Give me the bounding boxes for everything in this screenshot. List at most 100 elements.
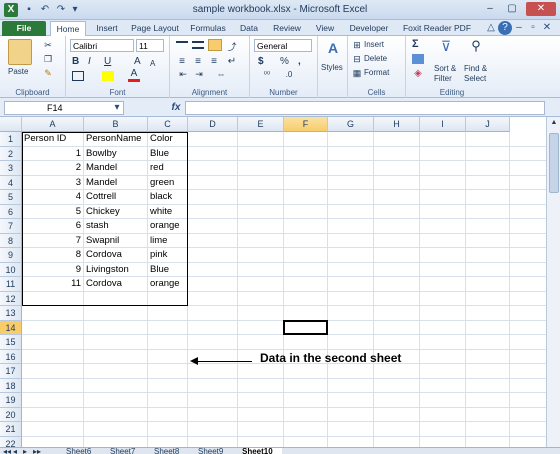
styles-icon[interactable]: A — [323, 40, 343, 58]
row-header-14[interactable]: 14 — [0, 320, 22, 335]
help-icon[interactable]: ? — [498, 21, 512, 35]
row-header-3[interactable]: 3 — [0, 161, 22, 176]
comma-button[interactable]: , — [298, 56, 301, 67]
sheet-nav-icon[interactable]: ▸ — [23, 448, 27, 454]
paste-button[interactable]: Paste — [8, 66, 28, 77]
row-header-4[interactable]: 4 — [0, 175, 22, 190]
row-header-18[interactable]: 18 — [0, 378, 22, 393]
row-header-2[interactable]: 2 — [0, 146, 22, 161]
sheet-tab-sheet10[interactable]: Sheet10 — [242, 448, 282, 454]
column-header-f[interactable]: F — [284, 117, 328, 132]
row-header-15[interactable]: 15 — [0, 335, 22, 350]
tab-foxit-reader-pdf[interactable]: Foxit Reader PDF — [398, 21, 476, 36]
align-top-icon[interactable] — [176, 41, 188, 49]
autosum-button[interactable]: Σ — [412, 39, 419, 50]
tab-file[interactable]: File — [2, 21, 46, 36]
column-header-g[interactable]: G — [328, 117, 374, 132]
select-all-corner[interactable] — [0, 117, 22, 132]
paste-icon[interactable] — [8, 39, 32, 65]
column-header-j[interactable]: J — [466, 117, 510, 132]
tab-view[interactable]: View — [310, 21, 340, 36]
insert-cells-icon[interactable]: ⊞ — [352, 40, 362, 51]
increase-decimal-icon[interactable]: ⁰⁰ — [258, 70, 276, 79]
align-center-icon[interactable]: ≡ — [192, 56, 204, 67]
fill-color-icon[interactable] — [102, 71, 114, 81]
row-header-6[interactable]: 6 — [0, 204, 22, 219]
column-header-e[interactable]: E — [238, 117, 284, 132]
sheet-tab-sheet6[interactable]: Sheet6 — [66, 448, 106, 454]
tab-data[interactable]: Data — [234, 21, 264, 36]
row-header-5[interactable]: 5 — [0, 190, 22, 205]
sheet-nav-icon[interactable]: ◂ — [13, 448, 17, 454]
row-header-9[interactable]: 9 — [0, 248, 22, 263]
maximize-button[interactable]: ▢ — [502, 2, 522, 16]
sort-filter-button-line2[interactable]: Filter — [434, 73, 452, 84]
sheet-tab-sheet8[interactable]: Sheet8 — [154, 448, 194, 454]
grow-font-button[interactable]: A — [134, 56, 141, 67]
row-header-11[interactable]: 11 — [0, 277, 22, 292]
copy-icon[interactable]: ❐ — [42, 54, 54, 65]
italic-button[interactable]: I — [88, 56, 91, 67]
row-header-12[interactable]: 12 — [0, 291, 22, 306]
column-header-h[interactable]: H — [374, 117, 420, 132]
row-header-19[interactable]: 19 — [0, 393, 22, 408]
scroll-thumb[interactable] — [549, 133, 559, 193]
delete-cells-button[interactable]: Delete — [364, 53, 387, 64]
font-name-select[interactable]: Calibri — [70, 39, 134, 52]
column-header-d[interactable]: D — [188, 117, 238, 132]
bold-button[interactable]: B — [72, 56, 79, 67]
currency-button[interactable]: $ — [258, 56, 264, 67]
align-right-icon[interactable]: ≡ — [208, 56, 220, 67]
row-header-10[interactable]: 10 — [0, 262, 22, 277]
sort-filter-icon[interactable]: ⊽ — [436, 38, 456, 54]
row-header-20[interactable]: 20 — [0, 407, 22, 422]
row-header-17[interactable]: 17 — [0, 364, 22, 379]
delete-cells-icon[interactable]: ⊟ — [352, 54, 362, 65]
sheet-tab-sheet9[interactable]: Sheet9 — [198, 448, 238, 454]
row-header-1[interactable]: 1 — [0, 132, 22, 147]
row-header-22[interactable]: 22 — [0, 436, 22, 447]
column-header-c[interactable]: C — [148, 117, 188, 132]
borders-icon[interactable] — [72, 71, 84, 81]
font-color-icon[interactable]: A — [128, 69, 140, 82]
find-select-button-line2[interactable]: Select — [464, 73, 486, 84]
sheet-nav-icon[interactable]: ◂◂ — [3, 448, 11, 454]
font-size-select[interactable]: 11 — [136, 39, 164, 52]
name-box[interactable]: F14 — [4, 101, 124, 115]
cut-icon[interactable]: ✂ — [42, 40, 54, 51]
active-cell[interactable] — [283, 319, 328, 335]
vertical-scrollbar[interactable]: ▲ — [546, 117, 560, 447]
column-header-a[interactable]: A — [22, 117, 84, 132]
tab-page-layout[interactable]: Page Layout — [128, 21, 182, 36]
format-cells-icon[interactable]: ▦ — [352, 68, 362, 79]
close-button[interactable]: ✕ — [526, 2, 556, 16]
spreadsheet-grid[interactable]: ABCDEFGHIJ 1 2 3 4 5 6 7 8 9 10 11 12 13 14 15 16 17 18 19… — [0, 117, 546, 447]
row-header-7[interactable]: 7 — [0, 219, 22, 234]
percent-button[interactable]: % — [280, 56, 289, 67]
row-header-8[interactable]: 8 — [0, 233, 22, 248]
decrease-indent-icon[interactable]: ⇤ — [176, 69, 190, 80]
row-header-13[interactable]: 13 — [0, 306, 22, 321]
tab-home[interactable]: Home — [50, 21, 86, 36]
insert-cells-button[interactable]: Insert — [364, 39, 384, 50]
tab-review[interactable]: Review — [268, 21, 306, 36]
minimize-ribbon-icon[interactable]: △ — [484, 21, 498, 35]
sheet-nav-icon[interactable]: ▸▸ — [33, 448, 41, 454]
ribbon-restore-icon[interactable]: ▫ — [526, 21, 540, 35]
styles-button[interactable]: Styles — [321, 62, 343, 73]
sheet-tab-sheet7[interactable]: Sheet7 — [110, 448, 150, 454]
align-left-icon[interactable]: ≡ — [176, 56, 188, 67]
decrease-decimal-icon[interactable]: .0 — [280, 70, 298, 79]
column-header-i[interactable]: I — [420, 117, 466, 132]
find-select-icon[interactable]: ⚲ — [466, 38, 486, 54]
wrap-text-icon[interactable]: ↵ — [226, 56, 238, 67]
ribbon-minimize-icon[interactable]: – — [512, 21, 526, 35]
merge-center-icon[interactable]: ⇔ — [212, 69, 230, 79]
align-middle-icon[interactable] — [192, 41, 204, 49]
name-box-dropdown-icon[interactable]: ▾ — [110, 101, 124, 115]
tab-formulas[interactable]: Formulas — [186, 21, 230, 36]
row-header-21[interactable]: 21 — [0, 422, 22, 437]
minimize-button[interactable]: – — [480, 2, 500, 16]
format-painter-icon[interactable]: ✎ — [42, 68, 54, 79]
align-bottom-icon[interactable] — [208, 39, 222, 51]
